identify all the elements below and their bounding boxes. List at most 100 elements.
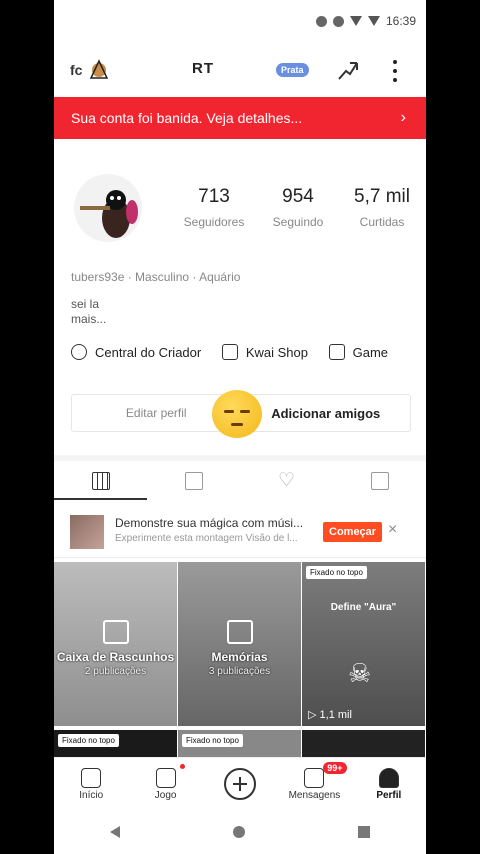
nav-label: Início: [79, 790, 104, 801]
home-circle-icon[interactable]: [232, 826, 245, 838]
tab-grid[interactable]: [54, 462, 147, 500]
add-friends-button[interactable]: Adicionar amigos: [242, 395, 411, 431]
rank-badge[interactable]: Prata: [276, 63, 309, 77]
wifi-icon: [349, 16, 362, 26]
nav-label: Perfil: [376, 790, 402, 801]
stat-likes[interactable]: 5,7 mil Curtidas: [342, 186, 422, 229]
ban-banner-text: Sua conta foi banida. Veja detalhes...: [71, 110, 303, 126]
stat-value: 713: [198, 186, 230, 207]
status-icons: 16:39: [315, 14, 416, 28]
recent-apps-icon[interactable]: [357, 826, 370, 838]
stat-followers[interactable]: 713 Seguidores: [174, 186, 254, 229]
ban-banner[interactable]: Sua conta foi banida. Veja detalhes... ›: [54, 97, 426, 139]
stat-following[interactable]: 954 Seguindo: [258, 186, 338, 229]
video-row2[interactable]: [302, 730, 425, 757]
dnd-icon: [332, 15, 344, 27]
post-grid: Caixa de Rascunhos 2 publicações Memória…: [54, 562, 426, 757]
view-count: ▷ 1,1 mil: [308, 709, 352, 721]
message-count-badge: 99+: [323, 762, 347, 774]
promo-subtitle: Experimente esta montagem Visão de l...: [115, 533, 298, 544]
more-options-icon[interactable]: [388, 58, 402, 84]
drafts-box[interactable]: Caixa de Rascunhos 2 publicações: [54, 562, 177, 726]
grid-icon: [91, 472, 110, 490]
bookmark-icon: [370, 472, 389, 490]
cell-subtitle: 2 publicações: [84, 666, 147, 677]
tab-liked[interactable]: ♡: [240, 462, 333, 500]
profile-display-name: RT: [192, 60, 214, 77]
video-caption: Define "Aura": [330, 602, 397, 613]
memories-icon: [226, 620, 253, 644]
system-nav-bar: [54, 810, 426, 854]
promo-title: Demonstre sua mágica com músi...: [115, 516, 304, 530]
nav-profile[interactable]: Perfil: [352, 758, 426, 810]
stat-label: Seguidores: [183, 215, 245, 229]
eye-icon: [315, 15, 327, 27]
cell-title: Memórias: [211, 650, 268, 664]
section-divider: [54, 455, 426, 461]
status-bar: 16:39: [54, 0, 426, 44]
pensive-face-emoji-icon: [212, 390, 262, 438]
status-time: 16:39: [385, 14, 416, 28]
profile-stats: 713 Seguidores 954 Seguindo 5,7 mil Curt…: [174, 186, 422, 229]
tab-private[interactable]: [147, 462, 240, 500]
stat-label: Curtidas: [359, 215, 405, 229]
view-count-value: 1,1 mil: [319, 709, 352, 721]
pinned-badge: Fixado no topo: [306, 566, 367, 579]
phone-screen: 16:39 fc RT Prata Sua conta foi banida. …: [54, 0, 426, 854]
heart-icon: ♡: [277, 470, 296, 491]
nav-label: Mensagens: [288, 790, 341, 801]
top-left-name[interactable]: fc: [70, 62, 82, 78]
share-icon[interactable]: [336, 59, 360, 83]
signal-icon: [367, 16, 380, 26]
nav-home[interactable]: Início: [54, 758, 128, 810]
game-icon: [155, 768, 176, 788]
skull-icon: ☠: [348, 658, 372, 688]
lock-icon: [184, 472, 203, 490]
link-game[interactable]: Game: [328, 344, 389, 360]
bear-logo-icon: [89, 59, 109, 79]
shopping-bag-icon: [221, 344, 238, 360]
nav-game[interactable]: Jogo: [128, 758, 202, 810]
back-icon[interactable]: [110, 826, 121, 838]
notification-dot: [180, 764, 186, 769]
nav-messages[interactable]: 99+ Mensagens: [277, 758, 351, 810]
link-kwai-shop[interactable]: Kwai Shop: [221, 344, 308, 360]
stat-value: 5,7 mil: [354, 186, 410, 207]
lightning-icon: [71, 344, 87, 360]
link-label: Central do Criador: [95, 344, 202, 360]
template-promo[interactable]: Demonstre sua mágica com músi... Experim…: [54, 505, 426, 558]
plus-icon: [224, 768, 257, 800]
quick-links: Central do Criador Kwai Shop Game: [71, 344, 426, 363]
bottom-nav: Início Jogo 99+ Mensagens Perfil: [54, 757, 426, 810]
link-label: Game: [352, 344, 389, 360]
profile-icon: [378, 768, 399, 788]
profile-top-bar: fc RT Prata: [54, 50, 426, 90]
home-icon: [81, 768, 102, 788]
pinned-badge: Fixado no topo: [58, 734, 119, 747]
tab-saved[interactable]: [333, 462, 426, 500]
content-tabs: ♡: [54, 462, 426, 500]
close-icon[interactable]: ×: [388, 521, 397, 539]
pinned-badge: Fixado no topo: [182, 734, 243, 747]
memories-box[interactable]: Memórias 3 publicações: [178, 562, 301, 726]
pinned-video-row2[interactable]: Fixado no topo: [178, 730, 301, 757]
avatar[interactable]: [72, 170, 144, 246]
pinned-video-row2[interactable]: Fixado no topo: [54, 730, 177, 757]
promo-thumbnail: [70, 515, 104, 549]
nav-label: Jogo: [154, 790, 177, 801]
gamepad-icon: [328, 344, 345, 360]
stat-label: Seguindo: [272, 215, 324, 229]
chevron-right-icon: ›: [400, 109, 406, 126]
start-button[interactable]: Começar: [323, 522, 383, 542]
pinned-video[interactable]: Fixado no topo Define "Aura" ☠ ▷ 1,1 mil: [302, 562, 425, 726]
cell-title: Caixa de Rascunhos: [56, 650, 175, 664]
profile-bio[interactable]: sei la mais...: [71, 297, 191, 327]
bell-icon: [304, 768, 325, 788]
link-label: Kwai Shop: [245, 344, 308, 360]
drafts-icon: [102, 620, 129, 644]
nav-create[interactable]: [203, 758, 277, 810]
cell-subtitle: 3 publicações: [208, 666, 271, 677]
link-creator-center[interactable]: Central do Criador: [71, 344, 201, 360]
stat-value: 954: [282, 186, 314, 207]
profile-meta: tubers93e · Masculino · Aquário: [71, 270, 241, 284]
